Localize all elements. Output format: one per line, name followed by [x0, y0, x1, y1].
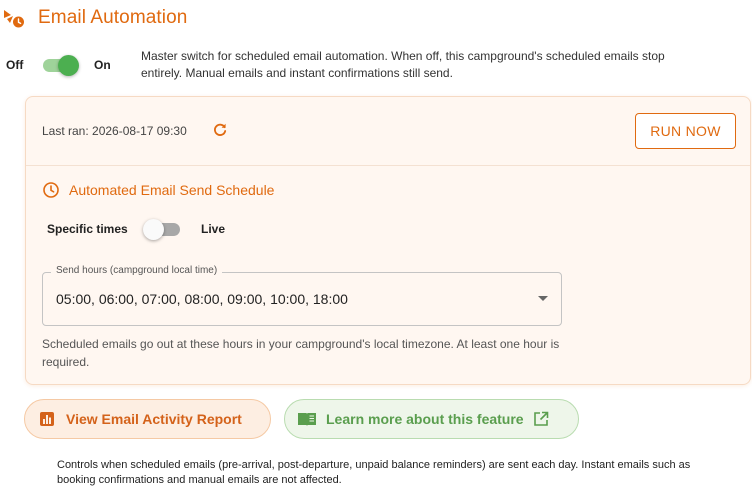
send-hours-value: 05:00, 06:00, 07:00, 08:00, 09:00, 10:00… [56, 291, 348, 307]
master-switch-row: Off On Master switch for scheduled email… [0, 48, 752, 88]
master-off-label: Off [6, 58, 24, 72]
external-link-icon [533, 411, 548, 426]
live-label: Live [201, 222, 226, 236]
send-hours-label: Send hours (campground local time) [51, 265, 223, 276]
view-email-activity-report-button[interactable]: View Email Activity Report [24, 399, 271, 439]
master-switch-thumb [58, 55, 79, 76]
campground-automation-icon [4, 10, 24, 28]
send-hours-select[interactable]: Send hours (campground local time) 05:00… [42, 265, 562, 326]
master-switch-toggle[interactable] [40, 54, 80, 76]
run-status-bar: Last ran: 2026-08-17 09:30 RUN NOW [26, 97, 750, 166]
refresh-icon[interactable] [212, 122, 228, 138]
send-hours-helper-text: Scheduled emails go out at these hours i… [42, 337, 560, 369]
master-switch-description: Master switch for scheduled email automa… [141, 49, 665, 80]
specific-times-label: Specific times [47, 222, 128, 236]
book-icon [298, 413, 316, 426]
bar-chart-icon [40, 412, 54, 426]
clock-icon [43, 182, 59, 198]
schedule-title: Automated Email Send Schedule [69, 182, 275, 198]
learn-more-label: Learn more about this feature [326, 411, 524, 427]
schedule-section-title: Automated Email Send Schedule [42, 181, 274, 199]
footer-note: Controls when scheduled emails (pre-arri… [57, 459, 691, 486]
master-on-label: On [94, 58, 111, 72]
schedule-mode-thumb [143, 219, 164, 240]
page-header: Email Automation [0, 6, 187, 30]
schedule-mode-row: Specific times Live [47, 218, 347, 240]
schedule-panel: Last ran: 2026-08-17 09:30 RUN NOW Autom… [25, 96, 751, 385]
report-button-label: View Email Activity Report [66, 411, 242, 427]
schedule-mode-toggle[interactable] [143, 218, 183, 240]
run-now-button[interactable]: RUN NOW [635, 113, 736, 149]
page-title: Email Automation [38, 7, 188, 28]
learn-more-button[interactable]: Learn more about this feature [284, 399, 579, 439]
dropdown-arrow-icon [538, 296, 548, 301]
last-ran-text: Last ran: 2026-08-17 09:30 [42, 124, 187, 138]
